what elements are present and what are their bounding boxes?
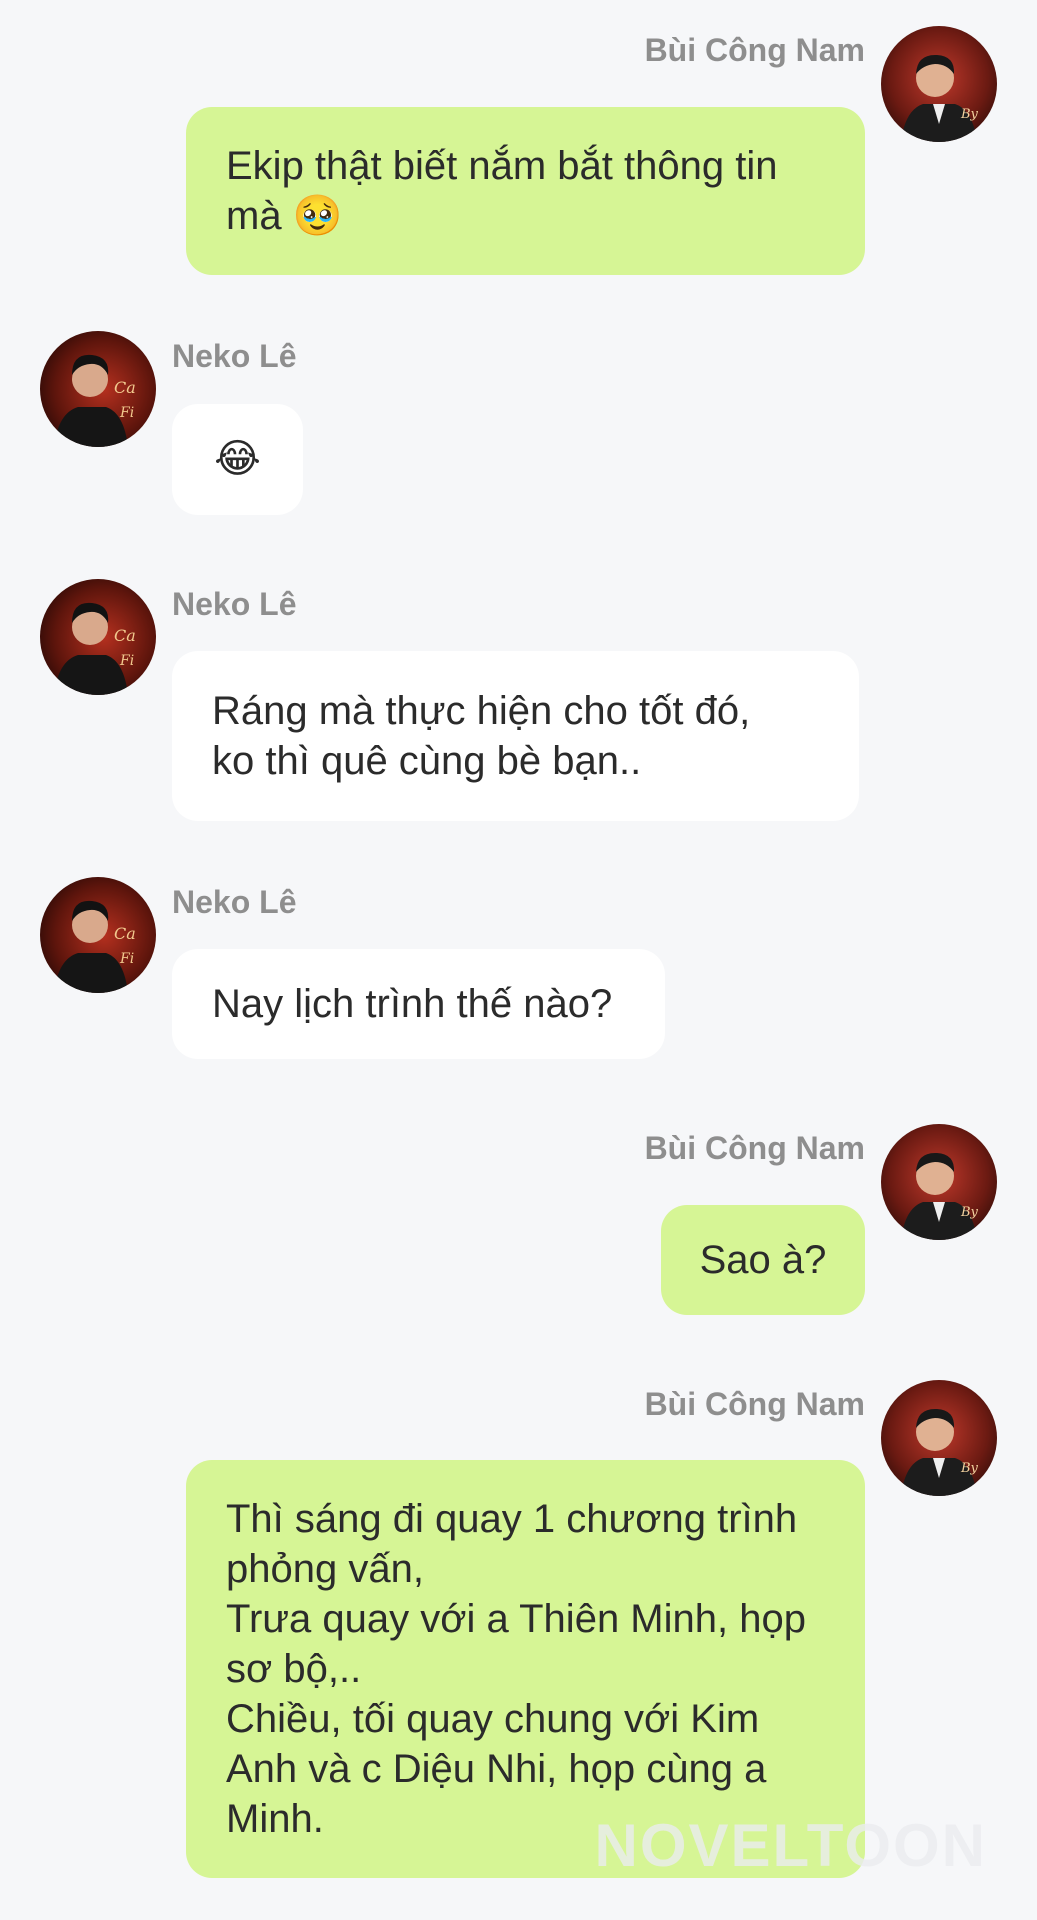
svg-text:By: By <box>960 1461 979 1476</box>
svg-text:By: By <box>960 107 979 122</box>
sender-name: Bùi Công Nam <box>644 1386 865 1422</box>
message-bubble: Ráng mà thực hiện cho tốt đó, ko thì quê… <box>172 651 859 821</box>
svg-text:Fi: Fi <box>119 653 134 669</box>
svg-text:By: By <box>960 1205 979 1220</box>
sender-name: Neko Lê <box>172 884 297 920</box>
message-bubble: Sao à? <box>661 1205 865 1315</box>
avatar-icon[interactable]: Ca Fi <box>40 877 156 993</box>
message-bubble: 😂 <box>172 404 303 515</box>
avatar-icon[interactable]: By <box>881 1380 997 1496</box>
sender-name: Bùi Công Nam <box>644 1130 865 1166</box>
svg-text:Fi: Fi <box>119 405 134 421</box>
svg-text:Fi: Fi <box>119 951 134 967</box>
sender-name: Neko Lê <box>172 586 297 622</box>
avatar-icon[interactable]: By <box>881 26 997 142</box>
sender-name: Neko Lê <box>172 338 297 374</box>
message-bubble: Nay lịch trình thế nào? <box>172 949 665 1059</box>
svg-text:Ca: Ca <box>114 626 136 645</box>
svg-text:Ca: Ca <box>114 924 136 943</box>
message-bubble: Ekip thật biết nắm bắt thông tin mà 🥹 <box>186 107 865 275</box>
avatar-icon[interactable]: Ca Fi <box>40 579 156 695</box>
avatar-icon[interactable]: By <box>881 1124 997 1240</box>
watermark: NOVELTOON <box>594 1812 987 1879</box>
sender-name: Bùi Công Nam <box>644 32 865 68</box>
avatar-icon[interactable]: Ca Fi <box>40 331 156 447</box>
svg-text:Ca: Ca <box>114 378 136 397</box>
